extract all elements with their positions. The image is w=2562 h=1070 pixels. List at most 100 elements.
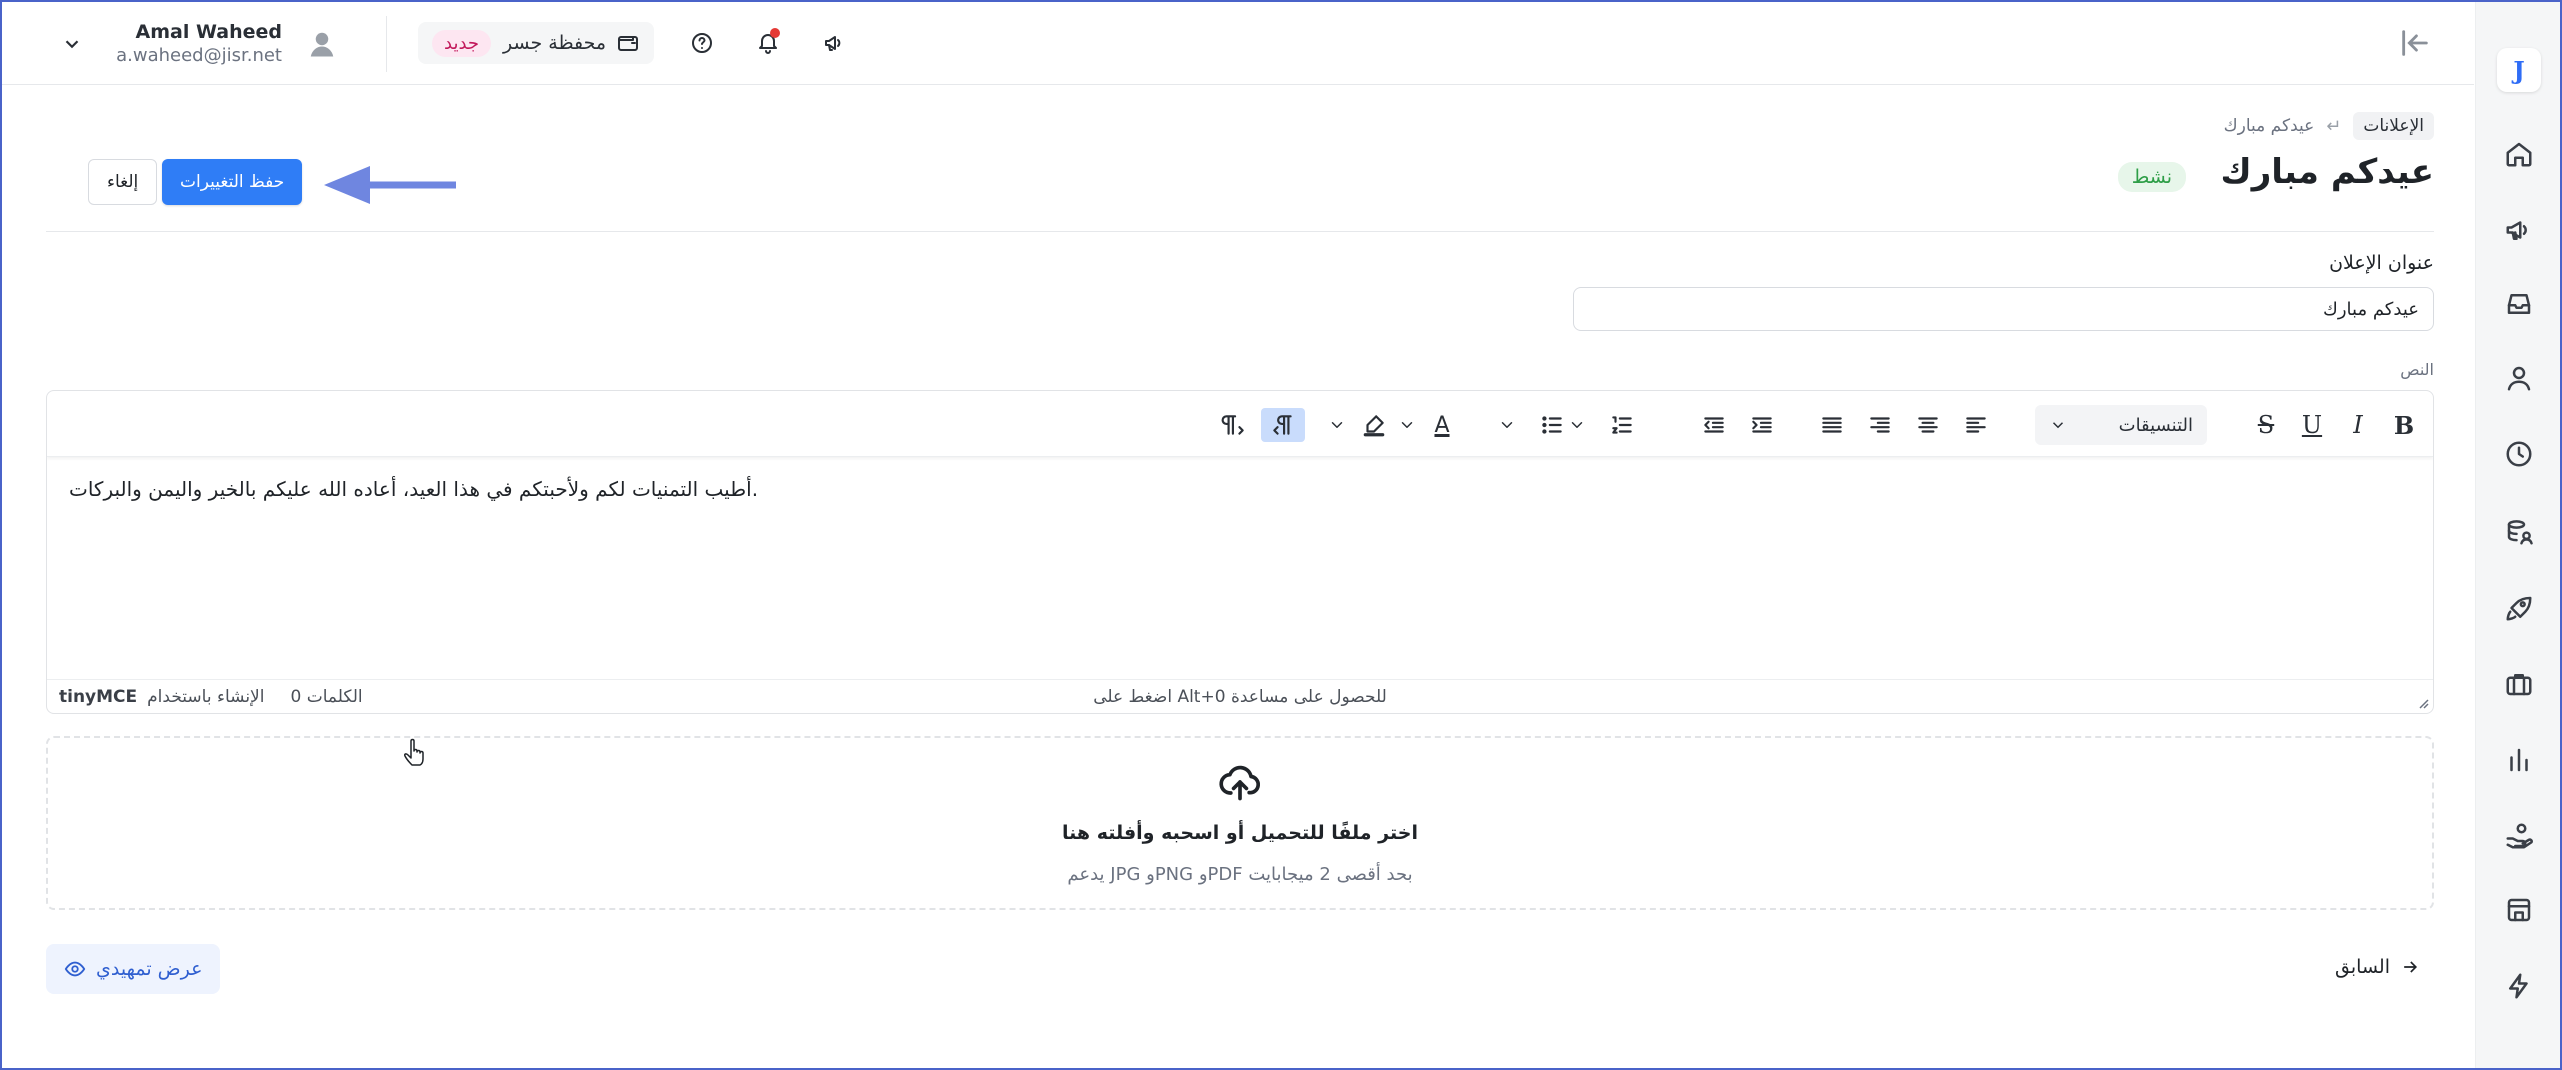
underline-icon: U <box>2301 411 2323 439</box>
logo-letter: J <box>2513 55 2525 85</box>
align-justify-icon <box>1822 417 1842 433</box>
announcement-icon[interactable] <box>816 25 852 61</box>
bullet-list-button[interactable] <box>1537 408 1567 442</box>
inbox-icon[interactable] <box>2501 286 2537 322</box>
align-right-icon <box>1870 417 1890 433</box>
avatar[interactable] <box>302 24 342 64</box>
mouse-cursor-icon <box>404 738 424 766</box>
preview-label: عرض تمهيدي <box>96 958 203 980</box>
editor-toolbar: B I U S التنسيقات A <box>47 391 2433 457</box>
bullet-list-icon <box>1542 416 1562 434</box>
clock-icon[interactable] <box>2501 436 2537 472</box>
align-left-icon <box>1966 417 1986 433</box>
user-menu[interactable]: Amal Waheed a.waheed@jisr.net <box>52 16 342 72</box>
breadcrumb-separator: ↵ <box>2326 115 2342 137</box>
indent-icon <box>1752 417 1772 433</box>
megaphone-icon[interactable] <box>2501 212 2537 248</box>
annotation-arrow <box>324 166 456 204</box>
numbered-list-dropdown[interactable] <box>1567 408 1587 442</box>
align-center-button[interactable] <box>1911 408 1945 442</box>
header-divider <box>46 231 2434 232</box>
user-email: a.waheed@jisr.net <box>116 45 282 66</box>
top-bar: Amal Waheed a.waheed@jisr.net جديد محفظة… <box>2 2 2474 85</box>
indent-button[interactable] <box>1745 408 1779 442</box>
rocket-icon[interactable] <box>2501 590 2537 626</box>
chevron-down-icon <box>1571 422 1583 428</box>
wallet-label: محفظة جسر <box>503 32 607 54</box>
text-color-button[interactable]: A <box>1427 408 1457 442</box>
chevron-down-icon[interactable] <box>52 24 92 64</box>
rtl-direction-button[interactable] <box>1261 408 1305 442</box>
hand-coin-icon[interactable] <box>2501 818 2537 854</box>
store-icon[interactable] <box>2501 892 2537 928</box>
user-name: Amal Waheed <box>135 21 282 43</box>
wallet-button[interactable]: جديد محفظة جسر <box>418 22 655 64</box>
highlight-dropdown[interactable] <box>1327 408 1347 442</box>
align-left-button[interactable] <box>1959 408 1993 442</box>
align-justify-button[interactable] <box>1815 408 1849 442</box>
app-window: J Amal Waheed a.waheed@jisr.net جديد محف… <box>0 0 2562 1070</box>
user-icon[interactable] <box>2501 360 2537 396</box>
bold-button[interactable]: B <box>2389 408 2419 442</box>
breadcrumb-current: عيدكم مبارك <box>2223 116 2315 136</box>
breadcrumb: الإعلانات ↵ عيدكم مبارك <box>2224 112 2434 140</box>
bar-chart-icon[interactable] <box>2501 742 2537 778</box>
numbered-list-icon <box>1612 416 1632 434</box>
paragraph-ltr-icon <box>1221 415 1244 435</box>
breadcrumb-parent[interactable]: الإعلانات <box>2353 112 2434 140</box>
outdent-button[interactable] <box>1697 408 1731 442</box>
dropzone-title: اختر ملفًا للتحميل أو اسحبه وأفلته هنا <box>1062 822 1418 844</box>
bold-icon: B <box>2393 410 2415 440</box>
formats-dropdown[interactable]: التنسيقات <box>2035 405 2207 445</box>
lightning-icon[interactable] <box>2501 968 2537 1004</box>
chevron-down-icon <box>1401 422 1413 428</box>
user-info: Amal Waheed a.waheed@jisr.net <box>106 20 282 68</box>
editor-statusbar: tinyMCE الإنشاء باستخدام 0 الكلمات اضغط … <box>47 679 2433 713</box>
formats-label: التنسيقات <box>2118 414 2193 436</box>
side-rail: J <box>2475 2 2560 1068</box>
paragraph-rtl-icon <box>1273 415 1292 435</box>
chevron-down-icon <box>1331 422 1343 428</box>
dropzone-hint: يدعم JPG وPNG وPDF بحد أقصى 2 ميجابايت <box>1067 864 1413 885</box>
wallet-icon <box>616 31 640 55</box>
cancel-button[interactable]: إلغاء <box>88 159 158 205</box>
bell-icon[interactable] <box>750 25 786 61</box>
database-person-icon[interactable] <box>2501 514 2537 550</box>
strikethrough-button[interactable]: S <box>2251 408 2281 442</box>
page-title: عيدكم مبارك <box>2220 152 2434 192</box>
new-badge: جديد <box>432 29 492 57</box>
announcement-title-input[interactable] <box>1573 287 2434 331</box>
text-color-dropdown[interactable] <box>1397 408 1417 442</box>
title-field-label: عنوان الإعلان <box>2329 252 2434 274</box>
topbar-actions: جديد محفظة جسر <box>418 20 852 66</box>
bullet-list-dropdown[interactable] <box>1497 408 1517 442</box>
highlighter-icon <box>1363 415 1385 437</box>
briefcase-icon[interactable] <box>2501 666 2537 702</box>
app-logo[interactable]: J <box>2497 48 2541 92</box>
eye-icon <box>64 961 86 977</box>
align-right-button[interactable] <box>1863 408 1897 442</box>
italic-button[interactable]: I <box>2343 408 2373 442</box>
underline-button[interactable]: U <box>2297 408 2327 442</box>
align-center-icon <box>1918 417 1938 433</box>
highlight-button[interactable] <box>1359 408 1389 442</box>
arrow-right-icon <box>2404 961 2418 973</box>
topbar-divider <box>386 16 387 72</box>
chevron-down-icon <box>2052 422 2064 429</box>
ltr-direction-button[interactable] <box>1217 408 1251 442</box>
home-icon[interactable] <box>2501 136 2537 172</box>
help-icon[interactable] <box>684 25 720 61</box>
previous-label: السابق <box>2335 956 2390 978</box>
text-color-icon: A <box>1434 412 1450 438</box>
save-button[interactable]: حفظ التغييرات <box>162 159 303 205</box>
editor-content[interactable]: أطيب التمنيات لكم ولأحبتكم في هذا العيد،… <box>47 457 2433 663</box>
strikethrough-icon: S <box>2257 411 2275 439</box>
resize-handle-icon[interactable] <box>2417 697 2429 709</box>
preview-button[interactable]: عرض تمهيدي <box>46 944 221 994</box>
numbered-list-button[interactable] <box>1607 408 1637 442</box>
italic-icon: I <box>2353 411 2363 439</box>
outdent-icon <box>1704 417 1724 433</box>
collapse-sidebar-icon[interactable] <box>2398 26 2438 62</box>
cloud-upload-icon <box>1218 760 1262 804</box>
previous-button[interactable]: السابق <box>2335 956 2420 978</box>
